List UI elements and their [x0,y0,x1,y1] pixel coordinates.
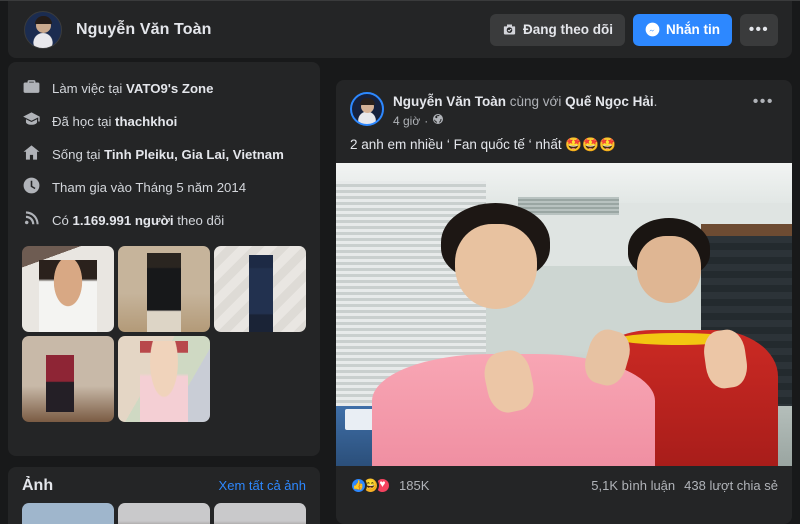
post-timestamp-row: 4 giờ · [393,113,657,128]
photo-like-badge: ♥ 1 [150,407,178,419]
post-author-line: Nguyễn Văn Toàn cùng với Quế Ngọc Hải. [393,94,658,109]
post-meta: Nguyễn Văn Toàn cùng với Quế Ngọc Hải. 4… [393,92,657,128]
post-author-name[interactable]: Nguyễn Văn Toàn [393,94,506,109]
photo-thumb-1[interactable] [22,246,114,332]
post-text: 2 anh em nhiều ‘ Fan quốc tế ‘ nhất 🤩🤩🤩 [350,137,616,153]
post-tagged-person[interactable]: Quế Ngọc Hải [565,94,654,109]
photo-person-b-face [636,235,701,303]
photos-strip-thumb-1[interactable] [22,503,114,524]
intro-followers-text: Có 1.169.991 người theo dõi [52,212,225,228]
photo-like-count: 1 [168,408,173,418]
profile-avatar[interactable] [24,10,62,49]
profile-header-card: Nguyễn Văn Toàn Đang theo dõi Nhắn tin •… [8,1,792,58]
reaction-count[interactable]: 185K [399,478,429,493]
post-author-avatar[interactable] [350,92,384,126]
photo-ceiling-vent [518,196,619,215]
briefcase-icon [22,77,41,101]
post-meta-separator: · [424,113,429,128]
heart-icon: ♥ [155,408,166,418]
intro-row-work: Làm việc tại VATO9's Zone [22,72,306,105]
post-menu-button[interactable]: ••• [747,92,780,112]
home-icon [22,143,41,167]
photo-person-a-face [454,223,537,309]
photos-title: Ảnh [22,477,54,494]
more-options-button[interactable]: ••• [740,13,778,46]
intro-work-text: Làm việc tại VATO9's Zone [52,80,214,96]
clock-icon [22,176,41,200]
intro-photo-grid: ♥ 1 [22,246,306,422]
intro-location-text: Sống tại Tinh Pleiku, Gia Lai, Vietnam [52,146,284,162]
following-button[interactable]: Đang theo dõi [490,13,625,46]
photo-thumb-2[interactable] [118,246,210,332]
thumbs-up-icon: 👍 [350,476,367,494]
photos-strip-thumb-2[interactable] [118,503,210,524]
rss-icon [22,209,41,233]
share-count[interactable]: 438 lượt chia sẻ [684,478,778,493]
post-stats-bar: 👍 😄 ♥ 185K 5,1K bình luận 438 lượt chia … [336,466,792,504]
photo-thumb-5[interactable]: ♥ 1 [118,336,210,422]
message-button-label: Nhắn tin [666,22,720,37]
photo-thumb-4[interactable] [22,336,114,422]
reaction-icons[interactable]: 👍 😄 ♥ [350,476,391,494]
messenger-icon [645,22,660,37]
graduation-cap-icon [22,110,41,134]
intro-joined-text: Tham gia vào Tháng 5 năm 2014 [52,179,247,195]
see-all-photos-link[interactable]: Xem tất cả ảnh [219,478,306,493]
post-photo[interactable] [336,163,792,467]
header-actions: Đang theo dõi Nhắn tin ••• [490,13,778,46]
post-engagement-stats: 5,1K bình luận 438 lượt chia sẻ [591,478,778,493]
intro-card: Làm việc tại VATO9's Zone Đã học tại tha… [8,62,320,456]
intro-row-followers: Có 1.169.991 người theo dõi [22,204,306,237]
photos-strip-thumb-3[interactable] [214,503,306,524]
globe-icon[interactable] [432,113,444,128]
intro-row-location: Sống tại Tinh Pleiku, Gia Lai, Vietnam [22,138,306,171]
photos-strip [22,503,306,524]
post-timestamp[interactable]: 4 giờ [393,114,420,128]
intro-education-text: Đã học tại thachkhoi [52,113,178,129]
photos-card-header: Ảnh Xem tất cả ảnh [22,477,306,495]
following-button-label: Đang theo dõi [523,22,613,37]
profile-name: Nguyễn Văn Toàn [76,20,212,38]
check-badge-icon [502,22,517,37]
more-horizontal-icon: ••• [748,21,770,38]
intro-row-joined: Tham gia vào Tháng 5 năm 2014 [22,171,306,204]
post-card: Nguyễn Văn Toàn cùng với Quế Ngọc Hải. 4… [336,80,792,524]
post-header: Nguyễn Văn Toàn cùng với Quế Ngọc Hải. 4… [336,80,792,128]
intro-row-education: Đã học tại thachkhoi [22,105,306,138]
message-button[interactable]: Nhắn tin [633,13,732,46]
comment-count[interactable]: 5,1K bình luận [591,478,675,493]
photo-thumb-3[interactable] [214,246,306,332]
photos-card: Ảnh Xem tất cả ảnh [8,467,320,524]
